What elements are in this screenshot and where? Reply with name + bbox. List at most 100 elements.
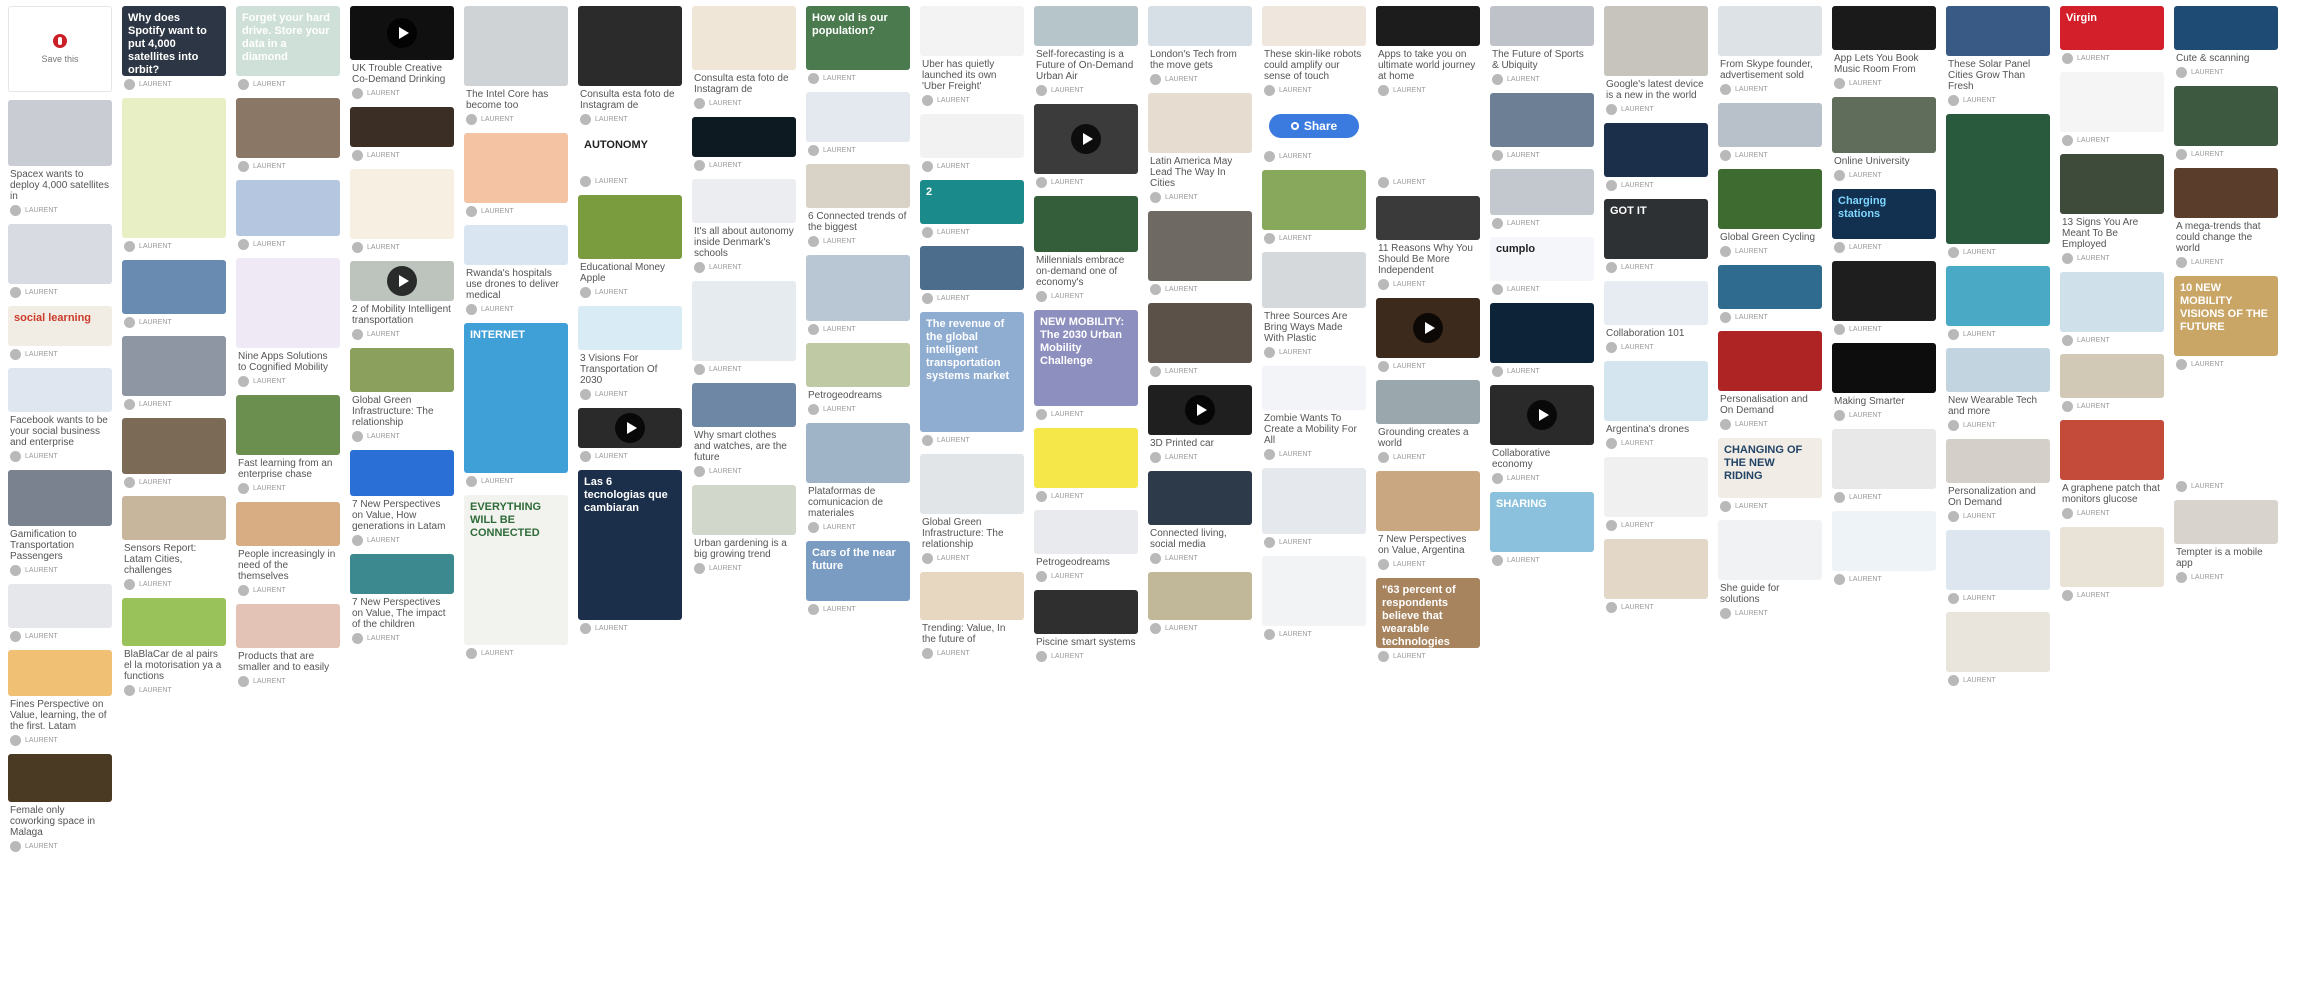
pin-card[interactable]: LAURENT <box>464 133 568 217</box>
pin-attribution[interactable]: LAURENT <box>1832 407 1936 421</box>
play-icon[interactable] <box>615 413 645 443</box>
pin-attribution[interactable]: LAURENT <box>236 373 340 387</box>
pin-attribution[interactable]: LAURENT <box>350 428 454 442</box>
pin-attribution[interactable]: LAURENT <box>692 361 796 375</box>
pin-image[interactable] <box>350 169 454 239</box>
avatar[interactable] <box>124 685 135 696</box>
pin-image[interactable] <box>2060 272 2164 332</box>
pin-card[interactable]: BlaBlaCar de al pairs el la motorisation… <box>122 598 226 696</box>
pin-card[interactable]: LAURENT <box>1262 468 1366 548</box>
pin-card[interactable]: LAURENT <box>1262 556 1366 640</box>
avatar[interactable] <box>2062 401 2073 412</box>
avatar[interactable] <box>466 206 477 217</box>
pin-card[interactable]: A mega-trends that could change the worl… <box>2174 168 2278 268</box>
pin-card[interactable]: LAURENT <box>806 255 910 335</box>
avatar[interactable] <box>1378 651 1389 662</box>
pin-image[interactable] <box>2174 6 2278 50</box>
pin-attribution[interactable]: LAURENT <box>1490 281 1594 295</box>
pin-image[interactable] <box>122 496 226 540</box>
pin-attribution[interactable]: LAURENT <box>806 321 910 335</box>
pin-image[interactable] <box>1718 103 1822 147</box>
pin-card[interactable]: 2 of Mobility Intelligent transportation… <box>350 261 454 340</box>
pin-image[interactable] <box>1376 6 1480 46</box>
pin-card[interactable]: Latin America May Lead The Way In Cities… <box>1148 93 1252 203</box>
avatar[interactable] <box>1264 537 1275 548</box>
pin-card[interactable]: Products that are smaller and to easily L… <box>236 604 340 687</box>
avatar[interactable] <box>1948 420 1959 431</box>
avatar[interactable] <box>1264 151 1275 162</box>
pin-attribution[interactable]: LAURENT <box>2174 569 2278 583</box>
pin-card[interactable]: Fast learning from an enterprise chase LA… <box>236 395 340 494</box>
pin-attribution[interactable]: LAURENT <box>2060 587 2164 601</box>
pin-attribution[interactable]: LAURENT <box>1946 508 2050 522</box>
pin-attribution[interactable]: LAURENT <box>1376 648 1480 662</box>
avatar[interactable] <box>1036 177 1047 188</box>
pin-image[interactable] <box>578 306 682 350</box>
pin-image[interactable] <box>122 418 226 474</box>
pin-image[interactable] <box>692 179 796 223</box>
pin-card[interactable]: 3D Printed car LAURENT <box>1148 385 1252 463</box>
pin-image[interactable] <box>2174 500 2278 544</box>
pin-attribution[interactable]: LAURENT <box>122 682 226 696</box>
pin-image[interactable] <box>1946 266 2050 326</box>
avatar[interactable] <box>580 176 591 187</box>
pin-attribution[interactable]: LAURENT <box>1034 648 1138 662</box>
pin-attribution[interactable]: LAURENT <box>1034 488 1138 502</box>
pin-attribution[interactable]: LAURENT <box>1262 626 1366 640</box>
avatar[interactable] <box>238 376 249 387</box>
pin-image[interactable] <box>692 117 796 157</box>
avatar[interactable] <box>1264 85 1275 96</box>
pin-attribution[interactable]: LAURENT <box>464 301 568 315</box>
pin-image[interactable] <box>1034 196 1138 252</box>
pin-attribution[interactable]: LAURENT <box>236 236 340 250</box>
avatar[interactable] <box>922 553 933 564</box>
pin-image[interactable] <box>122 598 226 646</box>
pin-attribution[interactable]: LAURENT <box>1148 363 1252 377</box>
avatar[interactable] <box>1606 262 1617 273</box>
avatar[interactable] <box>2176 481 2187 492</box>
pin-image[interactable] <box>1604 539 1708 599</box>
pin-card[interactable]: LAURENT <box>1604 123 1708 191</box>
pin-image[interactable] <box>1718 265 1822 309</box>
avatar[interactable] <box>694 262 705 273</box>
avatar[interactable] <box>922 293 933 304</box>
pin-card[interactable]: Collaborative economy LAURENT <box>1490 385 1594 484</box>
pin-card[interactable]: Plataformas de comunicacion de materiale… <box>806 423 910 533</box>
pin-attribution[interactable]: LAURENT <box>692 560 796 574</box>
video-thumbnail[interactable] <box>1490 385 1594 445</box>
avatar[interactable] <box>580 623 591 634</box>
pin-image[interactable] <box>2174 86 2278 146</box>
pin-attribution[interactable]: LAURENT <box>464 203 568 217</box>
pin-card[interactable]: LAURENT <box>1718 103 1822 161</box>
pin-image[interactable]: EVERYTHING WILL BE CONNECTED <box>464 495 568 645</box>
pin-card[interactable]: INTERNET LAURENT <box>464 323 568 487</box>
avatar[interactable] <box>580 389 591 400</box>
avatar[interactable] <box>694 160 705 171</box>
pin-attribution[interactable]: LAURENT <box>806 401 910 415</box>
pin-image[interactable]: How old is our population? <box>806 6 910 70</box>
pin-image[interactable] <box>1262 468 1366 534</box>
pin-card[interactable]: Zombie Wants To Create a Mobility For Al… <box>1262 366 1366 460</box>
pin-card[interactable]: LAURENT <box>1148 572 1252 634</box>
avatar[interactable] <box>2062 253 2073 264</box>
pin-attribution[interactable]: LAURENT <box>692 259 796 273</box>
avatar[interactable] <box>466 648 477 659</box>
pin-image[interactable] <box>692 485 796 535</box>
avatar[interactable] <box>1834 492 1845 503</box>
pin-card[interactable]: Global Green Infrastructure: The relatio… <box>920 454 1024 564</box>
avatar[interactable] <box>1150 623 1161 634</box>
pin-attribution[interactable]: LAURENT <box>1946 590 2050 604</box>
pin-card[interactable]: LAURENT <box>122 260 226 328</box>
pin-card[interactable]: SHARING LAURENT <box>1490 492 1594 566</box>
avatar[interactable] <box>1834 324 1845 335</box>
pin-card[interactable]: These Solar Panel Cities Grow Than Fresh… <box>1946 6 2050 106</box>
pin-image[interactable] <box>1946 439 2050 483</box>
pin-card[interactable]: LAURENT <box>236 180 340 250</box>
pin-card[interactable]: The revenue of the global intelligent tr… <box>920 312 1024 446</box>
pin-card[interactable]: Piscine smart systems LAURENT <box>1034 590 1138 662</box>
pin-image[interactable] <box>1604 6 1708 76</box>
pin-image[interactable] <box>1490 169 1594 215</box>
pin-card[interactable]: LAURENT <box>1490 303 1594 377</box>
pin-attribution[interactable]: LAURENT <box>8 448 112 462</box>
avatar[interactable] <box>808 604 819 615</box>
